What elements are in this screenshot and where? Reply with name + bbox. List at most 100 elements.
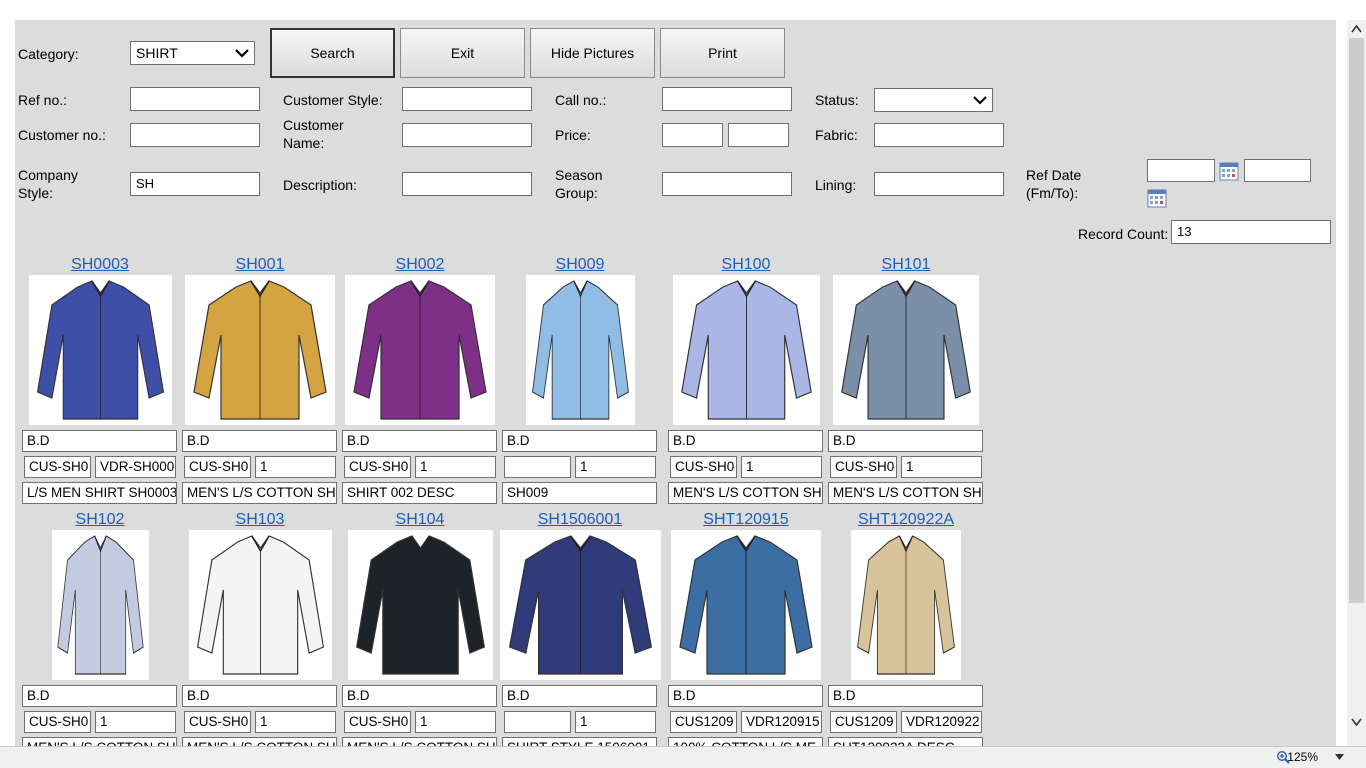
product-description-field[interactable]: MEN'S L/S COTTON SHIRT bbox=[182, 737, 337, 746]
calendar-icon[interactable] bbox=[1219, 161, 1239, 181]
product-description-field[interactable]: 100% COTTON L/S ME bbox=[668, 737, 823, 746]
product-description-field[interactable]: MEN'S L/S COTTON SHIRT bbox=[22, 737, 177, 746]
product-vendor-field[interactable]: 1 bbox=[255, 456, 336, 478]
product-code-link[interactable]: SH103 bbox=[182, 510, 338, 530]
product-code-link[interactable]: SH009 bbox=[502, 255, 658, 275]
product-image[interactable] bbox=[345, 275, 495, 425]
product-image[interactable] bbox=[348, 530, 493, 680]
product-type-field[interactable]: B.D bbox=[668, 685, 823, 707]
product-code-link[interactable]: SH104 bbox=[342, 510, 498, 530]
product-vendor-field[interactable]: VDR120922 bbox=[901, 711, 982, 733]
product-type-field[interactable]: B.D bbox=[502, 685, 657, 707]
exit-button[interactable]: Exit bbox=[400, 28, 525, 78]
product-description-field[interactable]: MEN'S L/S COTTON SHIRT bbox=[342, 737, 497, 746]
product-customer-field[interactable] bbox=[504, 711, 571, 733]
ref-date-from-input[interactable] bbox=[1147, 159, 1215, 182]
product-description-field[interactable]: SH009 bbox=[502, 482, 657, 504]
call-no-input[interactable] bbox=[662, 87, 792, 111]
product-type-field[interactable]: B.D bbox=[22, 430, 177, 452]
scroll-down-icon[interactable] bbox=[1351, 717, 1362, 727]
customer-no-input[interactable] bbox=[130, 123, 260, 147]
product-vendor-field[interactable]: 1 bbox=[95, 711, 176, 733]
product-customer-field[interactable]: CUS-SH0 bbox=[344, 711, 411, 733]
product-type-field[interactable]: B.D bbox=[182, 430, 337, 452]
product-customer-field[interactable]: CUS1209 bbox=[830, 711, 897, 733]
product-description-field[interactable]: SHIRT STYLE 1506001 bbox=[502, 737, 657, 746]
fabric-input[interactable] bbox=[874, 123, 1004, 147]
product-vendor-field[interactable]: VDR-SH000 bbox=[95, 456, 176, 478]
product-customer-field[interactable]: CUS-SH0 bbox=[24, 456, 91, 478]
product-image[interactable] bbox=[189, 530, 332, 680]
product-type-field[interactable]: B.D bbox=[22, 685, 177, 707]
product-code-link[interactable]: SHT120922A bbox=[828, 510, 984, 530]
price-to-input[interactable] bbox=[728, 123, 789, 147]
vertical-scrollbar[interactable] bbox=[1347, 20, 1366, 746]
product-code-link[interactable]: SHT120915 bbox=[668, 510, 824, 530]
ref-date-to-input[interactable] bbox=[1244, 159, 1311, 182]
product-code-link[interactable]: SH101 bbox=[828, 255, 984, 275]
product-vendor-field[interactable]: 1 bbox=[575, 456, 656, 478]
product-type-field[interactable]: B.D bbox=[342, 430, 497, 452]
product-image[interactable] bbox=[500, 530, 661, 680]
company-style-input[interactable]: SH bbox=[130, 172, 260, 196]
scroll-up-icon[interactable] bbox=[1351, 24, 1362, 34]
product-image[interactable] bbox=[52, 530, 149, 680]
hide-pictures-button[interactable]: Hide Pictures bbox=[530, 28, 655, 78]
product-code-link[interactable]: SH002 bbox=[342, 255, 498, 275]
product-description-field[interactable]: SHIRT 002 DESC bbox=[342, 482, 497, 504]
product-customer-field[interactable]: CUS-SH0 bbox=[830, 456, 897, 478]
product-vendor-field[interactable]: 1 bbox=[741, 456, 822, 478]
price-from-input[interactable] bbox=[662, 123, 723, 147]
customer-name-input[interactable] bbox=[402, 123, 532, 147]
product-type-field[interactable]: B.D bbox=[342, 685, 497, 707]
product-type-field[interactable]: B.D bbox=[668, 430, 823, 452]
product-code-link[interactable]: SH102 bbox=[22, 510, 178, 530]
product-code-link[interactable]: SH100 bbox=[668, 255, 824, 275]
product-customer-field[interactable]: CUS1209 bbox=[670, 711, 737, 733]
status-select[interactable] bbox=[874, 88, 993, 112]
product-type-field[interactable]: B.D bbox=[828, 685, 983, 707]
product-code-link[interactable]: SH1506001 bbox=[502, 510, 658, 530]
product-customer-field[interactable]: CUS-SH0 bbox=[184, 456, 251, 478]
product-image[interactable] bbox=[185, 275, 335, 425]
product-image[interactable] bbox=[671, 530, 821, 680]
product-code-link[interactable]: SH0003 bbox=[22, 255, 178, 275]
product-image[interactable] bbox=[526, 275, 635, 425]
product-vendor-field[interactable]: 1 bbox=[901, 456, 982, 478]
description-input[interactable] bbox=[402, 172, 532, 196]
product-image[interactable] bbox=[833, 275, 979, 425]
product-image[interactable] bbox=[673, 275, 820, 425]
product-image[interactable] bbox=[851, 530, 961, 680]
product-vendor-field[interactable]: VDR120915 bbox=[741, 711, 822, 733]
calendar-icon[interactable] bbox=[1147, 188, 1167, 208]
category-select[interactable]: SHIRT bbox=[130, 41, 255, 65]
product-type-field[interactable]: B.D bbox=[828, 430, 983, 452]
zoom-level[interactable]: 125% bbox=[1287, 750, 1318, 764]
product-description-field[interactable]: SHT120922A DESC bbox=[828, 737, 983, 746]
product-customer-field[interactable]: CUS-SH0 bbox=[670, 456, 737, 478]
scroll-thumb[interactable] bbox=[1349, 38, 1364, 603]
product-vendor-field[interactable]: 1 bbox=[415, 456, 496, 478]
product-code-link[interactable]: SH001 bbox=[182, 255, 338, 275]
product-customer-field[interactable]: CUS-SH0 bbox=[184, 711, 251, 733]
product-type-field[interactable]: B.D bbox=[182, 685, 337, 707]
product-customer-field[interactable]: CUS-SH0 bbox=[24, 711, 91, 733]
lining-input[interactable] bbox=[874, 172, 1004, 196]
product-vendor-field[interactable]: 1 bbox=[575, 711, 656, 733]
customer-style-input[interactable] bbox=[402, 87, 532, 111]
product-vendor-field[interactable]: 1 bbox=[415, 711, 496, 733]
product-description-field[interactable]: MEN'S L/S COTTON SHIRT bbox=[182, 482, 337, 504]
product-customer-field[interactable]: CUS-SH0 bbox=[344, 456, 411, 478]
search-button[interactable]: Search bbox=[270, 28, 395, 78]
chevron-down-icon[interactable] bbox=[1335, 754, 1344, 760]
product-image[interactable] bbox=[29, 275, 172, 425]
product-description-field[interactable]: MEN'S L/S COTTON SHIRT bbox=[668, 482, 823, 504]
product-customer-field[interactable] bbox=[504, 456, 571, 478]
product-description-field[interactable]: L/S MEN SHIRT SH0003 bbox=[22, 482, 177, 504]
product-description-field[interactable]: MEN'S L/S COTTON SHIRT bbox=[828, 482, 983, 504]
season-group-input[interactable] bbox=[662, 172, 792, 196]
product-type-field[interactable]: B.D bbox=[502, 430, 657, 452]
ref-no-input[interactable] bbox=[130, 87, 260, 111]
product-vendor-field[interactable]: 1 bbox=[255, 711, 336, 733]
print-button[interactable]: Print bbox=[660, 28, 785, 78]
